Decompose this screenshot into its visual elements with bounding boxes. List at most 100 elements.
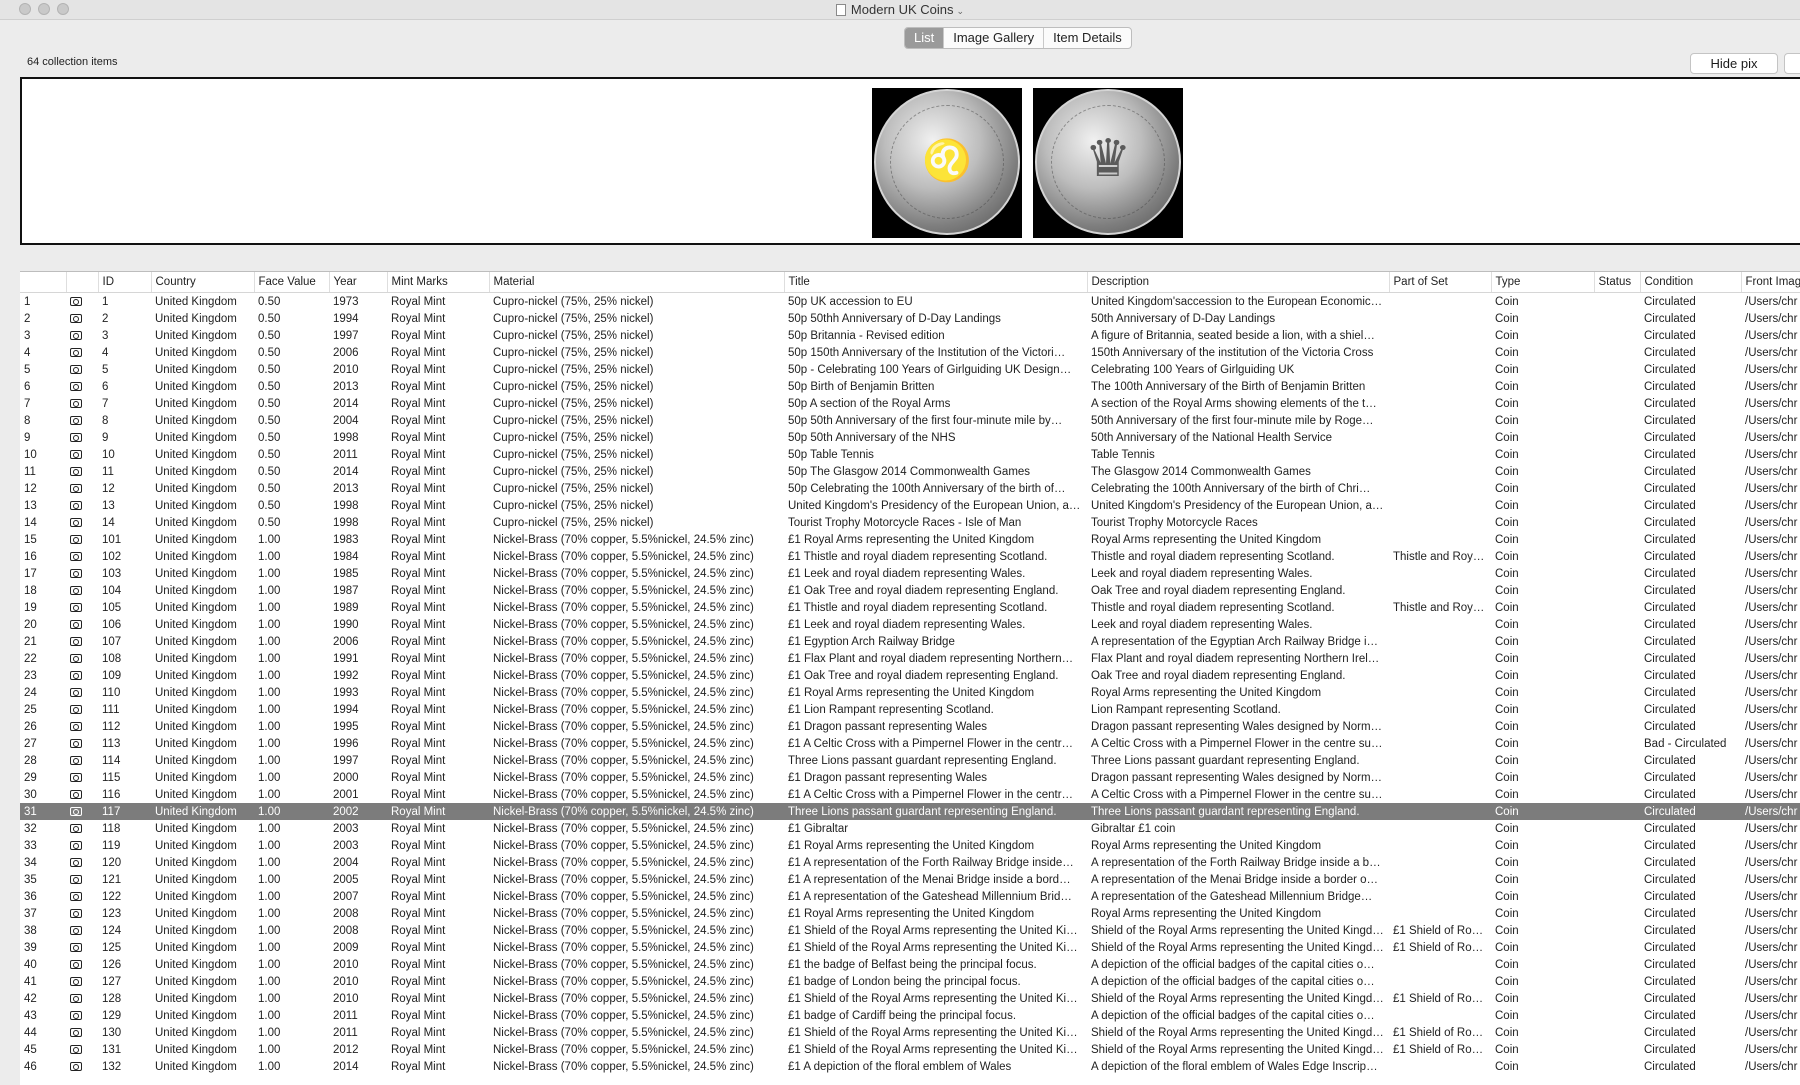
- table-row[interactable]: 28 114 United Kingdom 1.00 1997 Royal Mint Nic…: [20, 752, 1800, 769]
- collection-table[interactable]: ID Country Face Value Year Mint Marks Materia…: [20, 271, 1800, 1085]
- column-header[interactable]: Type: [1491, 272, 1595, 293]
- table-cell: Coin: [1495, 907, 1519, 920]
- table-cell: Three Lions passant guardant representin…: [1091, 754, 1360, 767]
- table-row[interactable]: 4 4 United Kingdom 0.50 2006 Royal Mint Cupro-…: [20, 344, 1800, 361]
- table-row[interactable]: 21 107 United Kingdom 1.00 2006 Royal Mint Nic…: [20, 633, 1800, 650]
- column-header[interactable]: [66, 272, 99, 293]
- table-cell: [1594, 1058, 1640, 1075]
- table-cell: Nickel-Brass (70% copper, 5.5%nickel, 24…: [493, 771, 754, 784]
- table-cell: 2009: [333, 941, 359, 954]
- column-header[interactable]: Front Imag: [1741, 272, 1800, 293]
- table-row[interactable]: 25 111 United Kingdom 1.00 1994 Royal Mint Nic…: [20, 701, 1800, 718]
- table-cell: [1594, 497, 1640, 514]
- hide-pix-button[interactable]: Hide pix: [1690, 53, 1778, 74]
- table-cell: Coin: [1495, 295, 1519, 308]
- table-row[interactable]: 15 101 United Kingdom 1.00 1983 Royal Mint Nic…: [20, 531, 1800, 548]
- table-row[interactable]: 41 127 United Kingdom 1.00 2010 Royal Mint Nic…: [20, 973, 1800, 990]
- table-cell: [1389, 786, 1491, 803]
- table-row[interactable]: 9 9 United Kingdom 0.50 1998 Royal Mint Cupro-…: [20, 429, 1800, 446]
- table-row[interactable]: 18 104 United Kingdom 1.00 1987 Royal Mint Nic…: [20, 582, 1800, 599]
- toolbar-button-offscreen[interactable]: [1784, 53, 1800, 74]
- table-cell: 5: [102, 363, 109, 376]
- table-cell: [1594, 344, 1640, 361]
- table-row[interactable]: 38 124 United Kingdom 1.00 2008 Royal Mint Nic…: [20, 922, 1800, 939]
- table-row[interactable]: 34 120 United Kingdom 1.00 2004 Royal Mint Nic…: [20, 854, 1800, 871]
- column-header[interactable]: Part of Set: [1389, 272, 1492, 293]
- table-row[interactable]: 22 108 United Kingdom 1.00 1991 Royal Mint Nic…: [20, 650, 1800, 667]
- column-header[interactable]: Country: [151, 272, 255, 293]
- table-cell: Coin: [1495, 703, 1519, 716]
- back-image[interactable]: ♛: [1033, 88, 1183, 238]
- table-row[interactable]: 13 13 United Kingdom 0.50 1998 Royal Mint Cupr…: [20, 497, 1800, 514]
- table-row[interactable]: 16 102 United Kingdom 1.00 1984 Royal Mint Nic…: [20, 548, 1800, 565]
- table-row[interactable]: 36 122 United Kingdom 1.00 2007 Royal Mint Nic…: [20, 888, 1800, 905]
- tab-item-details[interactable]: Item Details: [1043, 28, 1131, 48]
- column-header[interactable]: Face Value: [254, 272, 330, 293]
- table-row[interactable]: 14 14 United Kingdom 0.50 1998 Royal Mint Cupr…: [20, 514, 1800, 531]
- column-header[interactable]: Status: [1594, 272, 1641, 293]
- table-row[interactable]: 42 128 United Kingdom 1.00 2010 Royal Mint Nic…: [20, 990, 1800, 1007]
- table-cell: 2006: [333, 635, 359, 648]
- table-cell: Circulated: [1644, 771, 1696, 784]
- tab-list[interactable]: List: [905, 28, 944, 48]
- table-row[interactable]: 35 121 United Kingdom 1.00 2005 Royal Mint Nic…: [20, 871, 1800, 888]
- table-cell: Nickel-Brass (70% copper, 5.5%nickel, 24…: [493, 839, 754, 852]
- table-row[interactable]: 17 103 United Kingdom 1.00 1985 Royal Mint Nic…: [20, 565, 1800, 582]
- image-indicator: [66, 497, 98, 514]
- table-row[interactable]: 1 1 United Kingdom 0.50 1973 Royal Mint Cupro-…: [20, 293, 1800, 311]
- table-cell: Circulated: [1644, 686, 1696, 699]
- table-cell: United Kingdom: [155, 482, 237, 495]
- table-row[interactable]: 20 106 United Kingdom 1.00 1990 Royal Mint Nic…: [20, 616, 1800, 633]
- table-row[interactable]: 10 10 United Kingdom 0.50 2011 Royal Mint Cupr…: [20, 446, 1800, 463]
- table-row[interactable]: 33 119 United Kingdom 1.00 2003 Royal Mint Nic…: [20, 837, 1800, 854]
- table-row[interactable]: 24 110 United Kingdom 1.00 1993 Royal Mint Nic…: [20, 684, 1800, 701]
- table-row[interactable]: 32 118 United Kingdom 1.00 2003 Royal Mint Nic…: [20, 820, 1800, 837]
- table-row[interactable]: 30 116 United Kingdom 1.00 2001 Royal Mint Nic…: [20, 786, 1800, 803]
- table-row[interactable]: 37 123 United Kingdom 1.00 2008 Royal Mint Nic…: [20, 905, 1800, 922]
- table-row[interactable]: 39 125 United Kingdom 1.00 2009 Royal Mint Nic…: [20, 939, 1800, 956]
- table-row[interactable]: 19 105 United Kingdom 1.00 1989 Royal Mint Nic…: [20, 599, 1800, 616]
- table-cell: [1389, 463, 1491, 480]
- column-header[interactable]: [20, 272, 67, 293]
- table-row[interactable]: 43 129 United Kingdom 1.00 2011 Royal Mint Nic…: [20, 1007, 1800, 1024]
- table-cell: 50p UK accession to EU: [788, 295, 913, 308]
- table-row[interactable]: 46 132 United Kingdom 1.00 2014 Royal Mint Nic…: [20, 1058, 1800, 1075]
- table-cell: [1389, 395, 1491, 412]
- table-cell: /Users/chr: [1745, 533, 1798, 546]
- column-header[interactable]: Condition: [1640, 272, 1742, 293]
- table-cell: £1 Lion Rampant representing Scotland.: [788, 703, 994, 716]
- table-row[interactable]: 12 12 United Kingdom 0.50 2013 Royal Mint Cupr…: [20, 480, 1800, 497]
- table-row[interactable]: 8 8 United Kingdom 0.50 2004 Royal Mint Cupro-…: [20, 412, 1800, 429]
- camera-icon: [70, 551, 82, 561]
- table-row[interactable]: 6 6 United Kingdom 0.50 2013 Royal Mint Cupro-…: [20, 378, 1800, 395]
- table-row[interactable]: 23 109 United Kingdom 1.00 1992 Royal Mint Nic…: [20, 667, 1800, 684]
- column-header[interactable]: Description: [1087, 272, 1390, 293]
- column-header[interactable]: Mint Marks: [387, 272, 490, 293]
- table-row[interactable]: 45 131 United Kingdom 1.00 2012 Royal Mint Nic…: [20, 1041, 1800, 1058]
- column-header[interactable]: ID: [98, 272, 152, 293]
- table-row[interactable]: 31 117 United Kingdom 1.00 2002 Royal Mint Nic…: [20, 803, 1800, 820]
- column-header[interactable]: Title: [784, 272, 1088, 293]
- table-cell: Royal Arms representing the United Kingd…: [1091, 907, 1322, 920]
- column-header[interactable]: Material: [489, 272, 785, 293]
- table-row[interactable]: 40 126 United Kingdom 1.00 2010 Royal Mint Nic…: [20, 956, 1800, 973]
- front-image[interactable]: ♌: [872, 88, 1022, 238]
- image-indicator: [66, 854, 98, 871]
- table-row[interactable]: 3 3 United Kingdom 0.50 1997 Royal Mint Cupro-…: [20, 327, 1800, 344]
- table-row[interactable]: 44 130 United Kingdom 1.00 2011 Royal Mint Nic…: [20, 1024, 1800, 1041]
- table-cell: Cupro-nickel (75%, 25% nickel): [493, 329, 654, 342]
- table-cell: Circulated: [1644, 958, 1696, 971]
- column-header[interactable]: Year: [329, 272, 388, 293]
- window-title[interactable]: Modern UK Coins ⌄: [0, 2, 1800, 17]
- table-cell: 1.00: [258, 686, 281, 699]
- table-cell: Shield of the Royal Arms representing th…: [1091, 924, 1389, 937]
- table-row[interactable]: 26 112 United Kingdom 1.00 1995 Royal Mint Nic…: [20, 718, 1800, 735]
- table-row[interactable]: 11 11 United Kingdom 0.50 2014 Royal Mint Cupr…: [20, 463, 1800, 480]
- table-row[interactable]: 7 7 United Kingdom 0.50 2014 Royal Mint Cupro-…: [20, 395, 1800, 412]
- camera-icon: [70, 806, 82, 816]
- table-row[interactable]: 2 2 United Kingdom 0.50 1994 Royal Mint Cupro-…: [20, 310, 1800, 327]
- tab-image-gallery[interactable]: Image Gallery: [943, 28, 1043, 48]
- table-row[interactable]: 5 5 United Kingdom 0.50 2010 Royal Mint Cupro-…: [20, 361, 1800, 378]
- table-row[interactable]: 29 115 United Kingdom 1.00 2000 Royal Mint Nic…: [20, 769, 1800, 786]
- table-row[interactable]: 27 113 United Kingdom 1.00 1996 Royal Mint Nic…: [20, 735, 1800, 752]
